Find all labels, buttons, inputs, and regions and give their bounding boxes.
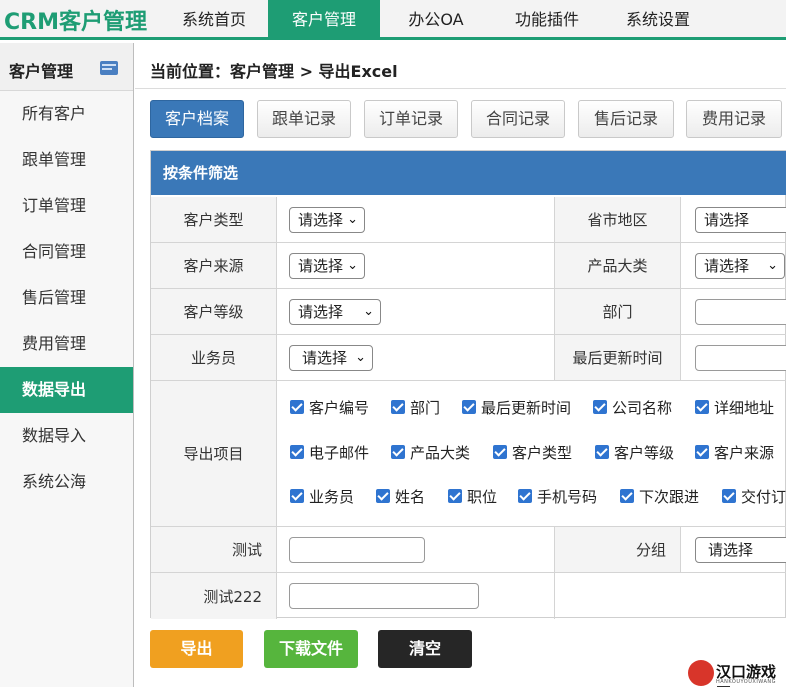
field-customer-source-cell: 请选择 ⌄ xyxy=(277,243,555,289)
label-last-update: 最后更新时间 xyxy=(555,335,681,381)
checkbox-next-follow-up[interactable]: 下次跟进 xyxy=(620,487,699,507)
sidebar-item-orders[interactable]: 订单管理 xyxy=(0,183,133,229)
watermark-subtext: HANKOUYOUXIWANG xyxy=(716,679,777,685)
sidebar-item-expenses[interactable]: 费用管理 xyxy=(0,321,133,367)
checkbox-customer-no[interactable]: 客户编号 xyxy=(290,398,369,418)
field-department-cell xyxy=(681,289,786,335)
field-salesperson-cell: 请选择 ⌄ xyxy=(277,335,555,381)
region-select[interactable]: 请选择 xyxy=(695,207,786,233)
filter-panel: 按条件筛选 客户类型 请选择 ⌄ 省市地区 请选择 客户来源 请选择 ⌄ 产品大类 … xyxy=(150,150,786,619)
label-customer-level: 客户等级 xyxy=(151,289,277,335)
nav-tab-plugins[interactable]: 功能插件 xyxy=(494,0,600,40)
tab-customer-profile[interactable]: 客户档案 xyxy=(150,100,244,138)
nav-tab-customer[interactable]: 客户管理 xyxy=(268,0,380,40)
sidebar-item-public-pool[interactable]: 系统公海 xyxy=(0,459,133,505)
checkbox-mobile[interactable]: 手机号码 xyxy=(518,487,597,507)
field-region-cell: 请选择 xyxy=(681,197,786,243)
customer-level-select[interactable]: 请选择 ⌄ xyxy=(289,299,381,325)
group-select[interactable]: 请选择 xyxy=(695,537,786,563)
last-update-input[interactable] xyxy=(695,345,786,371)
checkbox-customer-level[interactable]: 客户等级 xyxy=(595,443,674,463)
sidebar-item-contracts[interactable]: 合同管理 xyxy=(0,229,133,275)
tab-order-records[interactable]: 订单记录 xyxy=(364,100,458,138)
sidebar-item-data-import[interactable]: 数据导入 xyxy=(0,413,133,459)
export-button[interactable]: 导出 xyxy=(150,630,243,668)
chevron-down-icon: ⌄ xyxy=(355,350,366,365)
breadcrumb: 当前位置：客户管理 > 导出Excel xyxy=(150,62,398,81)
customer-source-select[interactable]: 请选择 ⌄ xyxy=(289,253,365,279)
label-test222: 测试222 xyxy=(151,573,277,619)
collapse-icon[interactable] xyxy=(100,61,118,75)
watermark: 汉口游戏网 HANKOUYOUXIWANG xyxy=(688,660,786,687)
field-last-update-cell xyxy=(681,335,786,381)
tab-contract-records[interactable]: 合同记录 xyxy=(471,100,565,138)
checkbox-department[interactable]: 部门 xyxy=(391,398,440,418)
nav-tab-oa[interactable]: 办公OA xyxy=(384,0,488,40)
department-input[interactable] xyxy=(695,299,786,325)
sidebar-header: 客户管理 xyxy=(0,43,133,91)
label-salesperson: 业务员 xyxy=(151,335,277,381)
product-category-select[interactable]: 请选择 ⌄ xyxy=(695,253,785,279)
field-test222-cell xyxy=(277,573,555,619)
sidebar: 客户管理 所有客户 跟单管理 订单管理 合同管理 售后管理 费用管理 数据导出 … xyxy=(0,43,134,687)
tab-expense-records[interactable]: 费用记录 xyxy=(686,100,782,138)
download-file-button[interactable]: 下载文件 xyxy=(264,630,358,668)
nav-tab-home[interactable]: 系统首页 xyxy=(160,0,268,40)
field-customer-type-cell: 请选择 ⌄ xyxy=(277,197,555,243)
label-group: 分组 xyxy=(555,527,681,573)
checkbox-last-update[interactable]: 最后更新时间 xyxy=(462,398,571,418)
test-input[interactable] xyxy=(289,537,425,563)
checkbox-customer-type[interactable]: 客户类型 xyxy=(493,443,572,463)
checkbox-delivery-order[interactable]: 交付订 xyxy=(722,487,786,507)
field-product-category-cell: 请选择 ⌄ xyxy=(681,243,786,289)
field-group-cell: 请选择 xyxy=(681,527,786,573)
label-export-items: 导出项目 xyxy=(151,381,277,527)
field-test-cell xyxy=(277,527,555,573)
sidebar-item-after-sales[interactable]: 售后管理 xyxy=(0,275,133,321)
test222-input[interactable] xyxy=(289,583,479,609)
sidebar-item-follow-up[interactable]: 跟单管理 xyxy=(0,137,133,183)
chevron-down-icon: ⌄ xyxy=(347,258,358,273)
sidebar-item-data-export[interactable]: 数据导出 xyxy=(0,367,133,413)
checkbox-email[interactable]: 电子邮件 xyxy=(290,443,369,463)
watermark-logo-icon xyxy=(688,660,714,686)
label-region: 省市地区 xyxy=(555,197,681,243)
checkbox-position[interactable]: 职位 xyxy=(448,487,497,507)
checkbox-product-category[interactable]: 产品大类 xyxy=(391,443,470,463)
checkbox-address[interactable]: 详细地址 xyxy=(695,398,774,418)
label-department: 部门 xyxy=(555,289,681,335)
tab-follow-up-records[interactable]: 跟单记录 xyxy=(257,100,351,138)
tab-after-sales-records[interactable]: 售后记录 xyxy=(578,100,674,138)
filter-panel-title: 按条件筛选 xyxy=(151,151,786,195)
clear-button[interactable]: 清空 xyxy=(378,630,472,668)
chevron-down-icon: ⌄ xyxy=(363,304,374,319)
app-logo: CRM客户管理 xyxy=(4,10,147,35)
chevron-down-icon: ⌄ xyxy=(347,212,358,227)
export-items-cell: 客户编号 部门 最后更新时间 公司名称 详细地址 电子邮件 产品大类 客户类型 … xyxy=(277,381,786,527)
sidebar-item-all-customers[interactable]: 所有客户 xyxy=(0,91,133,137)
field-customer-level-cell: 请选择 ⌄ xyxy=(277,289,555,335)
checkbox-salesperson[interactable]: 业务员 xyxy=(290,487,354,507)
chevron-down-icon: ⌄ xyxy=(767,258,778,273)
divider xyxy=(135,88,786,89)
salesperson-select[interactable]: 请选择 ⌄ xyxy=(289,345,373,371)
nav-tab-settings[interactable]: 系统设置 xyxy=(604,0,712,40)
checkbox-name[interactable]: 姓名 xyxy=(376,487,425,507)
label-customer-source: 客户来源 xyxy=(151,243,277,289)
label-test: 测试 xyxy=(151,527,277,573)
top-nav-bar: CRM客户管理 系统首页 客户管理 办公OA 功能插件 系统设置 xyxy=(0,0,786,40)
checkbox-company-name[interactable]: 公司名称 xyxy=(593,398,672,418)
label-customer-type: 客户类型 xyxy=(151,197,277,243)
customer-type-select[interactable]: 请选择 ⌄ xyxy=(289,207,365,233)
sidebar-title: 客户管理 xyxy=(9,62,74,81)
label-product-category: 产品大类 xyxy=(555,243,681,289)
checkbox-customer-source[interactable]: 客户来源 xyxy=(695,443,774,463)
